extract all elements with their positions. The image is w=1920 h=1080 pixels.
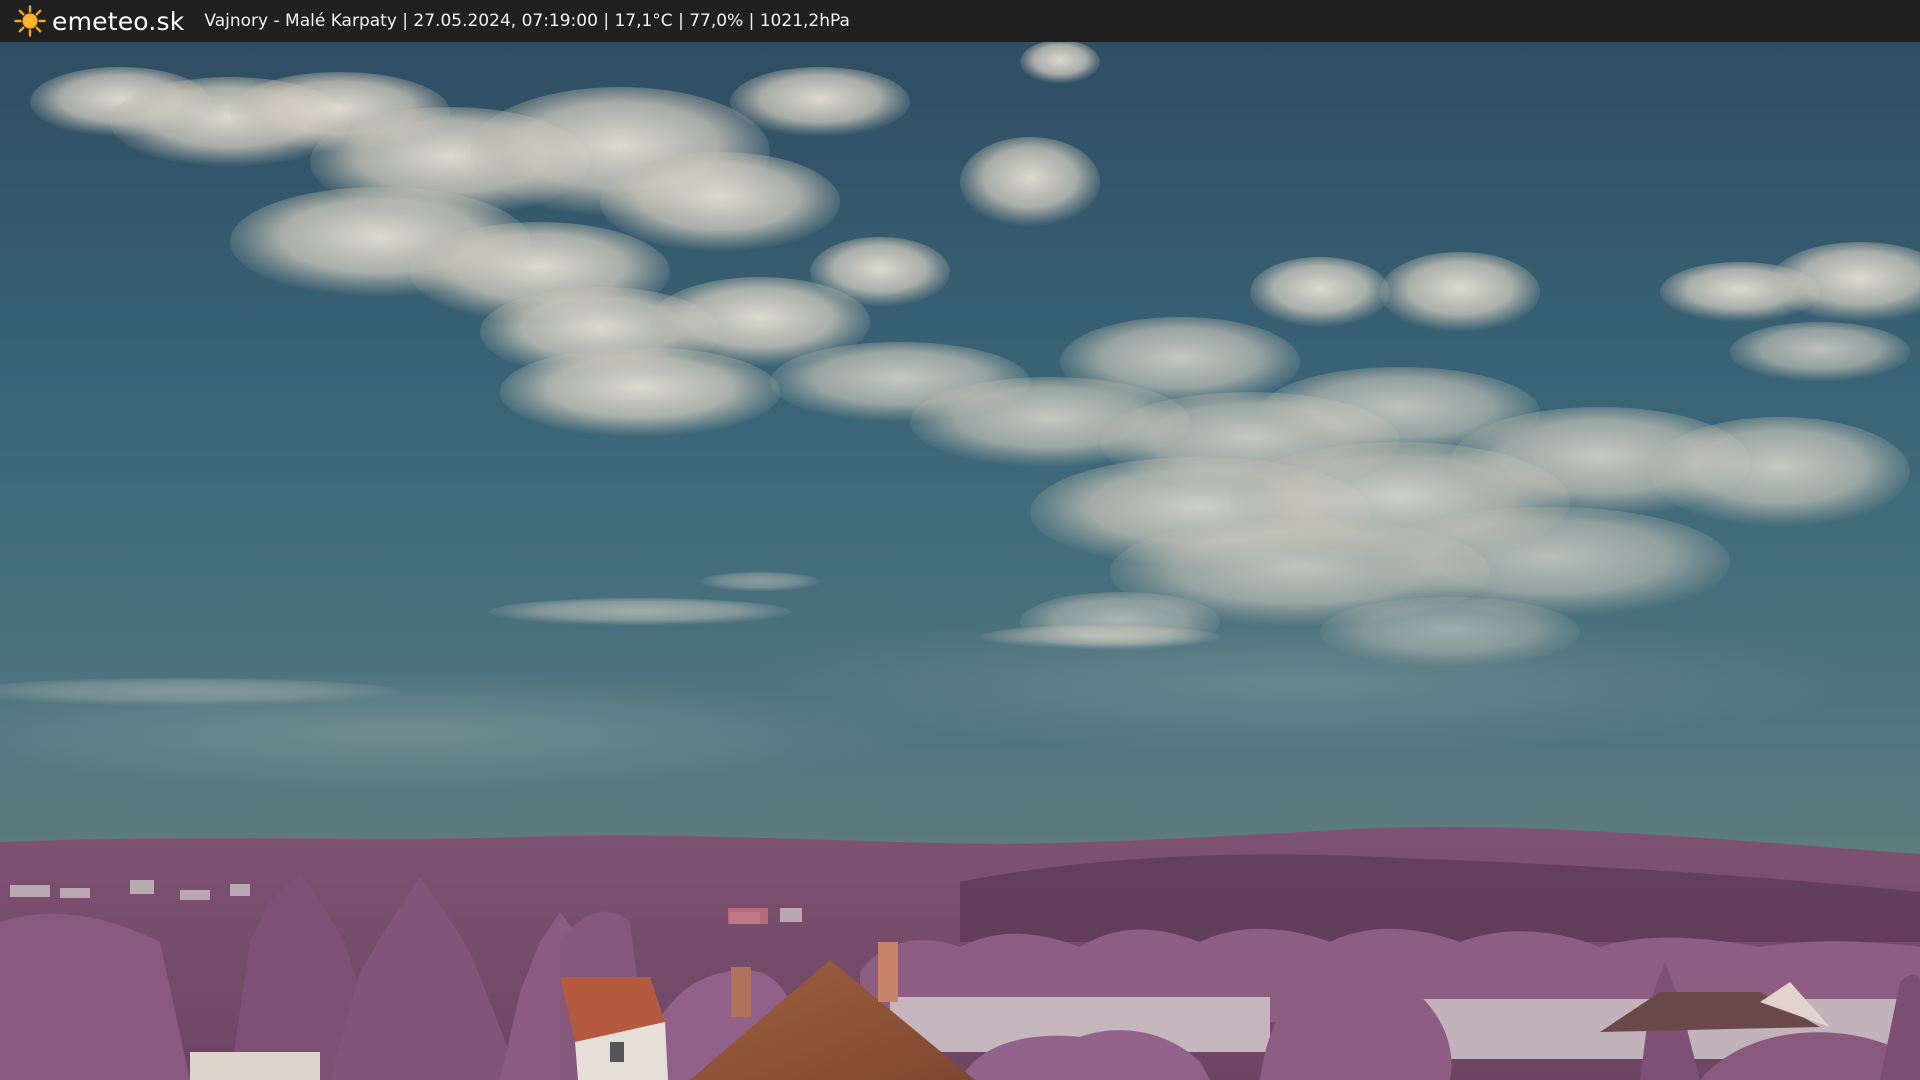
webcam-frame: emeteo.sk Vajnory - Malé Karpaty | 27.05… [0,0,1920,1080]
logo[interactable]: emeteo.sk [14,5,184,37]
sun-icon [14,5,46,37]
weather-caption: Vajnory - Malé Karpaty | 27.05.2024, 07:… [204,11,850,31]
webcam-image [0,42,1920,1080]
caption-bar: emeteo.sk Vajnory - Malé Karpaty | 27.05… [0,0,1920,42]
brand-name: emeteo.sk [52,6,185,36]
